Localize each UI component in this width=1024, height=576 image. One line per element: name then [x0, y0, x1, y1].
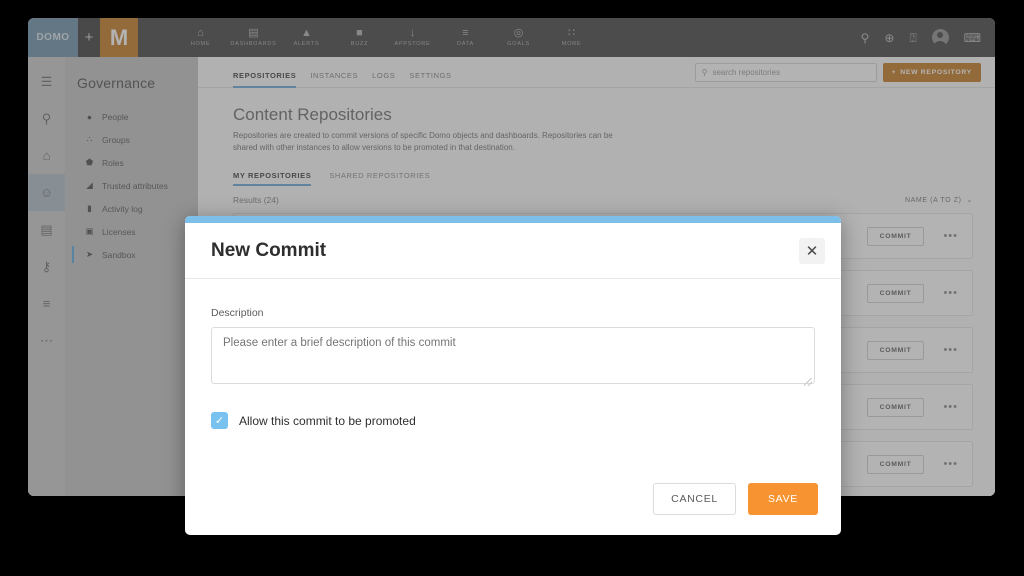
description-input[interactable] [211, 327, 815, 384]
description-field-wrap [211, 327, 815, 389]
dialog-accent-bar [185, 216, 841, 223]
promote-checkbox[interactable]: ✓ [211, 412, 228, 429]
dialog-header: New Commit ✕ [185, 223, 841, 279]
new-commit-dialog: New Commit ✕ Description ✓ Allow this co… [185, 216, 841, 535]
description-label: Description [211, 307, 264, 319]
dialog-body: Description ✓ Allow this commit to be pr… [185, 279, 841, 429]
save-button[interactable]: SAVE [747, 483, 818, 515]
close-icon[interactable]: ✕ [799, 237, 825, 264]
cancel-button[interactable]: CANCEL [653, 483, 736, 515]
dialog-footer: CANCEL SAVE [653, 483, 818, 515]
promote-checkbox-label: Allow this commit to be promoted [239, 413, 416, 428]
dialog-title: New Commit [211, 239, 327, 261]
promote-checkbox-row[interactable]: ✓ Allow this commit to be promoted [211, 412, 815, 429]
